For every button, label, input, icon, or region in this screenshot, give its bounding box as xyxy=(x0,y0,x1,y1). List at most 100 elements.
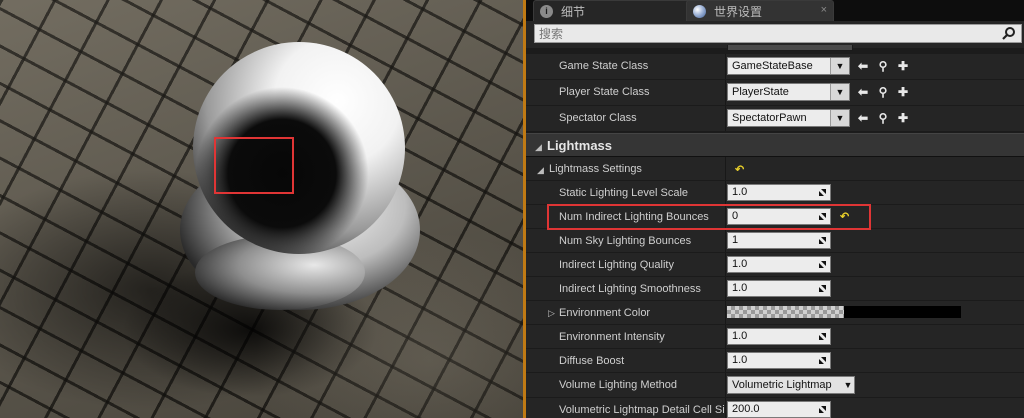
column-divider[interactable] xyxy=(725,80,726,105)
category-lightmass[interactable]: ◢ Lightmass xyxy=(526,133,1024,157)
num-sky-lighting-bounces-field[interactable]: 1 xyxy=(727,232,831,249)
property-row-volumetric-lightmap-detail-cell-size: Volumetric Lightmap Detail Cell Size 200… xyxy=(526,398,1024,418)
combo-value: PlayerState xyxy=(732,86,789,98)
column-divider[interactable] xyxy=(725,253,726,276)
column-divider[interactable] xyxy=(725,181,726,204)
world-settings-panel: i 细节 × 世界设置 × Game State Class GameState… xyxy=(526,0,1024,418)
column-divider[interactable] xyxy=(725,325,726,348)
property-row-environment-intensity: Environment Intensity 1.0 xyxy=(526,325,1024,349)
row-actions: ⬅ ⚲ ✚ xyxy=(856,85,910,99)
column-divider[interactable] xyxy=(725,301,726,324)
use-selected-arrow-icon[interactable]: ⬅ xyxy=(856,59,870,73)
property-row-num-sky-lighting-bounces: Num Sky Lighting Bounces 1 xyxy=(526,229,1024,253)
use-selected-arrow-icon[interactable]: ⬅ xyxy=(856,85,870,99)
property-label: Spectator Class xyxy=(559,112,637,124)
close-icon[interactable]: × xyxy=(821,4,827,16)
row-actions: ⬅ ⚲ ✚ xyxy=(856,59,910,73)
field-value: 1.0 xyxy=(732,186,748,198)
property-row-static-lighting-level-scale: Static Lighting Level Scale 1.0 xyxy=(526,181,1024,205)
environment-color-swatch[interactable] xyxy=(727,306,961,318)
property-row-diffuse-boost: Diffuse Boost 1.0 xyxy=(526,349,1024,373)
column-divider[interactable] xyxy=(725,229,726,252)
row-actions: ⬅ ⚲ ✚ xyxy=(856,111,910,125)
property-label: Environment Intensity xyxy=(559,331,665,343)
tab-bar: i 细节 × 世界设置 × xyxy=(526,0,1024,21)
spin-drag-icon[interactable] xyxy=(818,260,827,269)
field-value: 1.0 xyxy=(732,354,748,366)
browse-search-icon[interactable]: ⚲ xyxy=(876,111,890,125)
field-value: 1.0 xyxy=(732,258,748,270)
property-row-indirect-lighting-smoothness: Indirect Lighting Smoothness 1.0 xyxy=(526,277,1024,301)
indirect-bounces-highlight-box xyxy=(547,204,871,230)
collapse-triangle-icon[interactable]: ◢ xyxy=(537,165,544,176)
field-value: 1 xyxy=(732,234,739,246)
shadow-highlight-box xyxy=(214,137,294,194)
property-row-indirect-lighting-quality: Indirect Lighting Quality 1.0 xyxy=(526,253,1024,277)
diffuse-boost-field[interactable]: 1.0 xyxy=(727,352,831,369)
chevron-down-icon: ▼ xyxy=(830,84,849,100)
property-row-environment-color: ▷ Environment Color xyxy=(526,301,1024,325)
info-icon: i xyxy=(540,4,553,18)
property-row-volume-lighting-method: Volume Lighting Method Volumetric Lightm… xyxy=(526,373,1024,398)
property-label: Game State Class xyxy=(559,60,649,72)
property-label: Static Lighting Level Scale xyxy=(559,187,689,199)
property-label: Player State Class xyxy=(559,86,650,98)
spin-drag-icon[interactable] xyxy=(818,356,827,365)
spin-drag-icon[interactable] xyxy=(818,188,827,197)
column-divider[interactable] xyxy=(725,349,726,372)
level-viewport[interactable] xyxy=(0,0,523,418)
indirect-lighting-quality-field[interactable]: 1.0 xyxy=(727,256,831,273)
property-label: Volumetric Lightmap Detail Cell Size xyxy=(559,404,724,416)
volumetric-lightmap-detail-cell-size-field[interactable]: 200.0 xyxy=(727,401,831,418)
column-divider[interactable] xyxy=(725,54,726,79)
volume-lighting-method-dropdown[interactable]: Volumetric Lightmap ▼ xyxy=(727,376,855,394)
spin-drag-icon[interactable] xyxy=(818,236,827,245)
environment-intensity-field[interactable]: 1.0 xyxy=(727,328,831,345)
column-divider[interactable] xyxy=(725,398,726,418)
column-divider[interactable] xyxy=(725,157,726,180)
tab-details-label: 细节 xyxy=(561,4,586,19)
property-label: Diffuse Boost xyxy=(559,355,625,367)
combo-value: GameStateBase xyxy=(732,60,813,72)
add-icon[interactable]: ✚ xyxy=(896,59,910,73)
tab-world-settings[interactable]: 世界设置 × xyxy=(686,0,834,21)
property-label: Indirect Lighting Smoothness xyxy=(559,283,701,295)
dropdown-value: Volumetric Lightmap xyxy=(732,379,832,391)
search-input[interactable] xyxy=(534,24,1022,43)
spectator-class-combo[interactable]: SpectatorPawn ▼ xyxy=(727,109,850,127)
tab-details[interactable]: i 细节 × xyxy=(533,0,708,21)
reset-to-default-icon[interactable]: ↶ xyxy=(735,163,744,176)
add-icon[interactable]: ✚ xyxy=(896,85,910,99)
globe-icon xyxy=(693,4,706,18)
chevron-down-icon: ▼ xyxy=(843,380,853,390)
add-icon[interactable]: ✚ xyxy=(896,111,910,125)
player-state-class-combo[interactable]: PlayerState ▼ xyxy=(727,83,850,101)
use-selected-arrow-icon[interactable]: ⬅ xyxy=(856,111,870,125)
static-lighting-level-scale-field[interactable]: 1.0 xyxy=(727,184,831,201)
spin-drag-icon[interactable] xyxy=(818,284,827,293)
game-state-class-combo[interactable]: GameStateBase ▼ xyxy=(727,57,850,75)
field-value: 1.0 xyxy=(732,282,748,294)
spin-drag-icon[interactable] xyxy=(818,405,827,414)
column-divider[interactable] xyxy=(725,106,726,131)
column-divider[interactable] xyxy=(725,277,726,300)
search-bar xyxy=(526,21,1024,48)
spin-drag-icon[interactable] xyxy=(818,332,827,341)
collapse-triangle-icon[interactable]: ◢ xyxy=(535,142,542,153)
subcategory-label: Lightmass Settings xyxy=(549,163,642,175)
browse-search-icon[interactable]: ⚲ xyxy=(876,85,890,99)
property-label: Volume Lighting Method xyxy=(559,379,678,391)
collapsed-field-edge xyxy=(727,45,853,51)
column-divider[interactable] xyxy=(725,373,726,397)
subcategory-lightmass-settings[interactable]: ◢ Lightmass Settings ↶ xyxy=(526,157,1024,181)
search-icon[interactable] xyxy=(1002,26,1016,40)
chevron-down-icon: ▼ xyxy=(830,58,849,74)
property-row-spectator-class: Spectator Class SpectatorPawn ▼ ⬅ ⚲ ✚ xyxy=(526,106,1024,132)
property-label: Num Sky Lighting Bounces xyxy=(559,235,692,247)
expand-triangle-icon[interactable]: ▷ xyxy=(548,308,555,319)
property-row-game-state-class: Game State Class GameStateBase ▼ ⬅ ⚲ ✚ xyxy=(526,54,1024,80)
property-label: Environment Color xyxy=(559,307,651,319)
combo-value: SpectatorPawn xyxy=(732,112,807,124)
indirect-lighting-smoothness-field[interactable]: 1.0 xyxy=(727,280,831,297)
browse-search-icon[interactable]: ⚲ xyxy=(876,59,890,73)
